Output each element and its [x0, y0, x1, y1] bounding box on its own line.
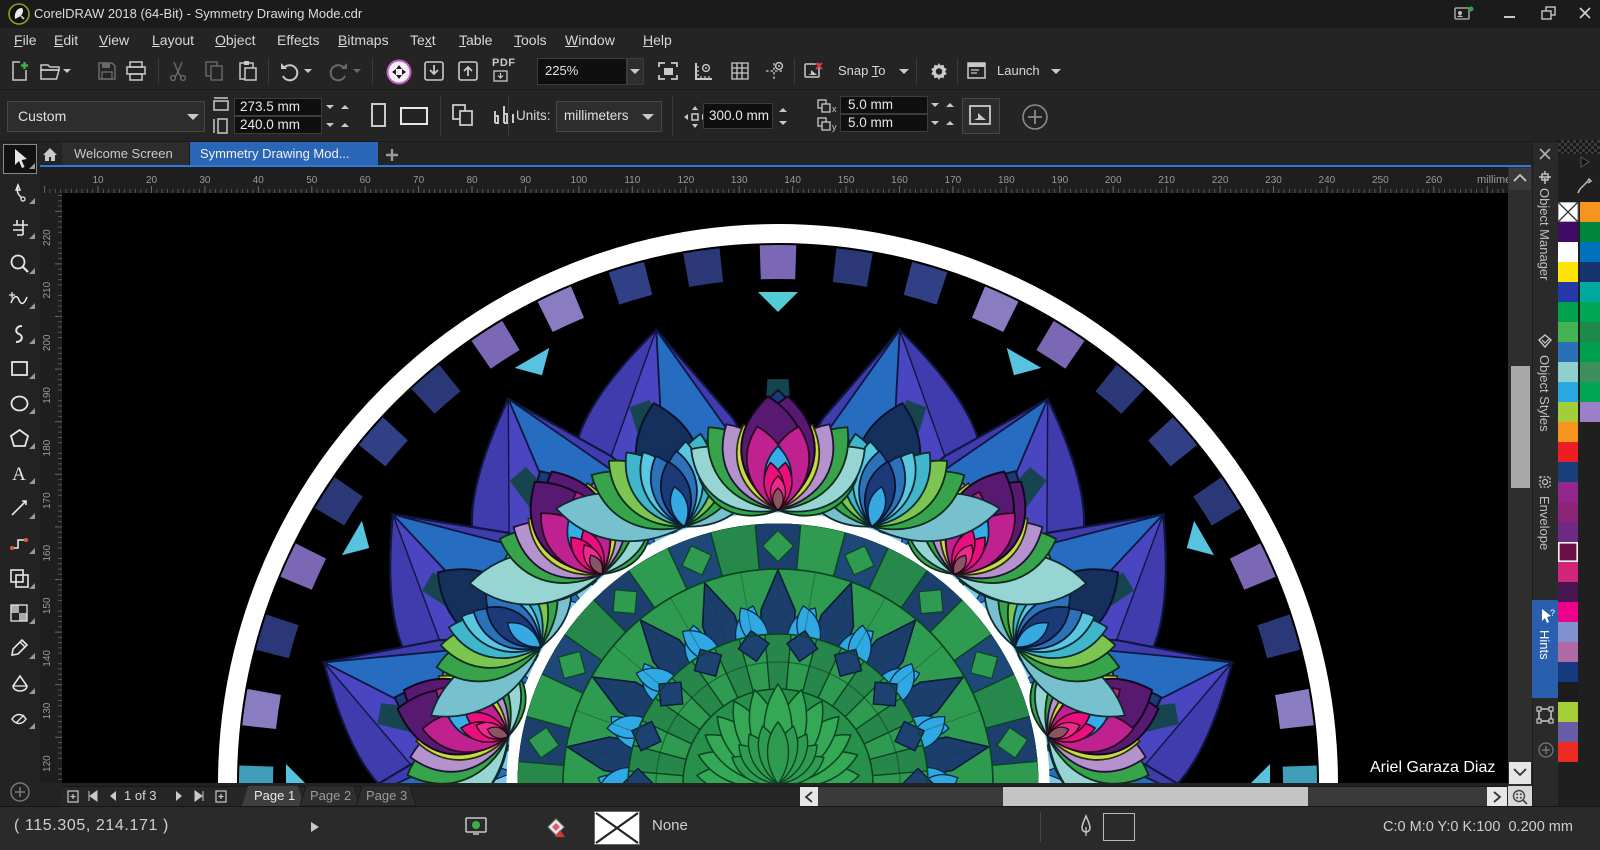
- svg-text:210: 210: [1158, 175, 1175, 186]
- svg-text:190: 190: [1051, 175, 1068, 186]
- svg-text:?: ?: [1550, 608, 1555, 618]
- svg-text:190: 190: [42, 387, 53, 404]
- svg-text:140: 140: [784, 175, 801, 186]
- svg-text:240: 240: [1319, 175, 1336, 186]
- svg-text:160: 160: [42, 544, 53, 561]
- svg-text:150: 150: [838, 175, 855, 186]
- svg-text:100: 100: [571, 175, 588, 186]
- svg-text:60: 60: [360, 175, 372, 186]
- svg-text:150: 150: [42, 597, 53, 614]
- svg-text:170: 170: [42, 492, 53, 509]
- svg-text:260: 260: [1425, 175, 1442, 186]
- svg-text:120: 120: [42, 755, 53, 772]
- svg-text:110: 110: [624, 175, 640, 186]
- svg-text:20: 20: [146, 175, 158, 186]
- svg-text:40: 40: [253, 175, 265, 186]
- svg-text:50: 50: [306, 175, 318, 186]
- svg-text:70: 70: [413, 175, 425, 186]
- svg-text:90: 90: [520, 175, 532, 186]
- svg-text:200: 200: [42, 334, 53, 351]
- svg-text:220: 220: [1212, 175, 1229, 186]
- svg-text:120: 120: [677, 175, 694, 186]
- svg-text:130: 130: [42, 702, 53, 719]
- svg-text:180: 180: [998, 175, 1015, 186]
- svg-text:180: 180: [42, 439, 53, 456]
- svg-text:A: A: [12, 464, 26, 485]
- svg-text:30: 30: [199, 175, 211, 186]
- svg-text:130: 130: [731, 175, 748, 186]
- svg-text:220: 220: [42, 229, 53, 246]
- svg-text:10: 10: [92, 175, 104, 186]
- svg-text:230: 230: [1265, 175, 1282, 186]
- svg-text:160: 160: [891, 175, 908, 186]
- svg-text:Ariel Garaza Diaz: Ariel Garaza Diaz: [1370, 759, 1495, 776]
- svg-text:140: 140: [42, 650, 53, 667]
- svg-text:170: 170: [945, 175, 962, 186]
- svg-text:250: 250: [1372, 175, 1389, 186]
- svg-text:200: 200: [1105, 175, 1122, 186]
- svg-text:210: 210: [42, 281, 53, 298]
- svg-text:80: 80: [466, 175, 478, 186]
